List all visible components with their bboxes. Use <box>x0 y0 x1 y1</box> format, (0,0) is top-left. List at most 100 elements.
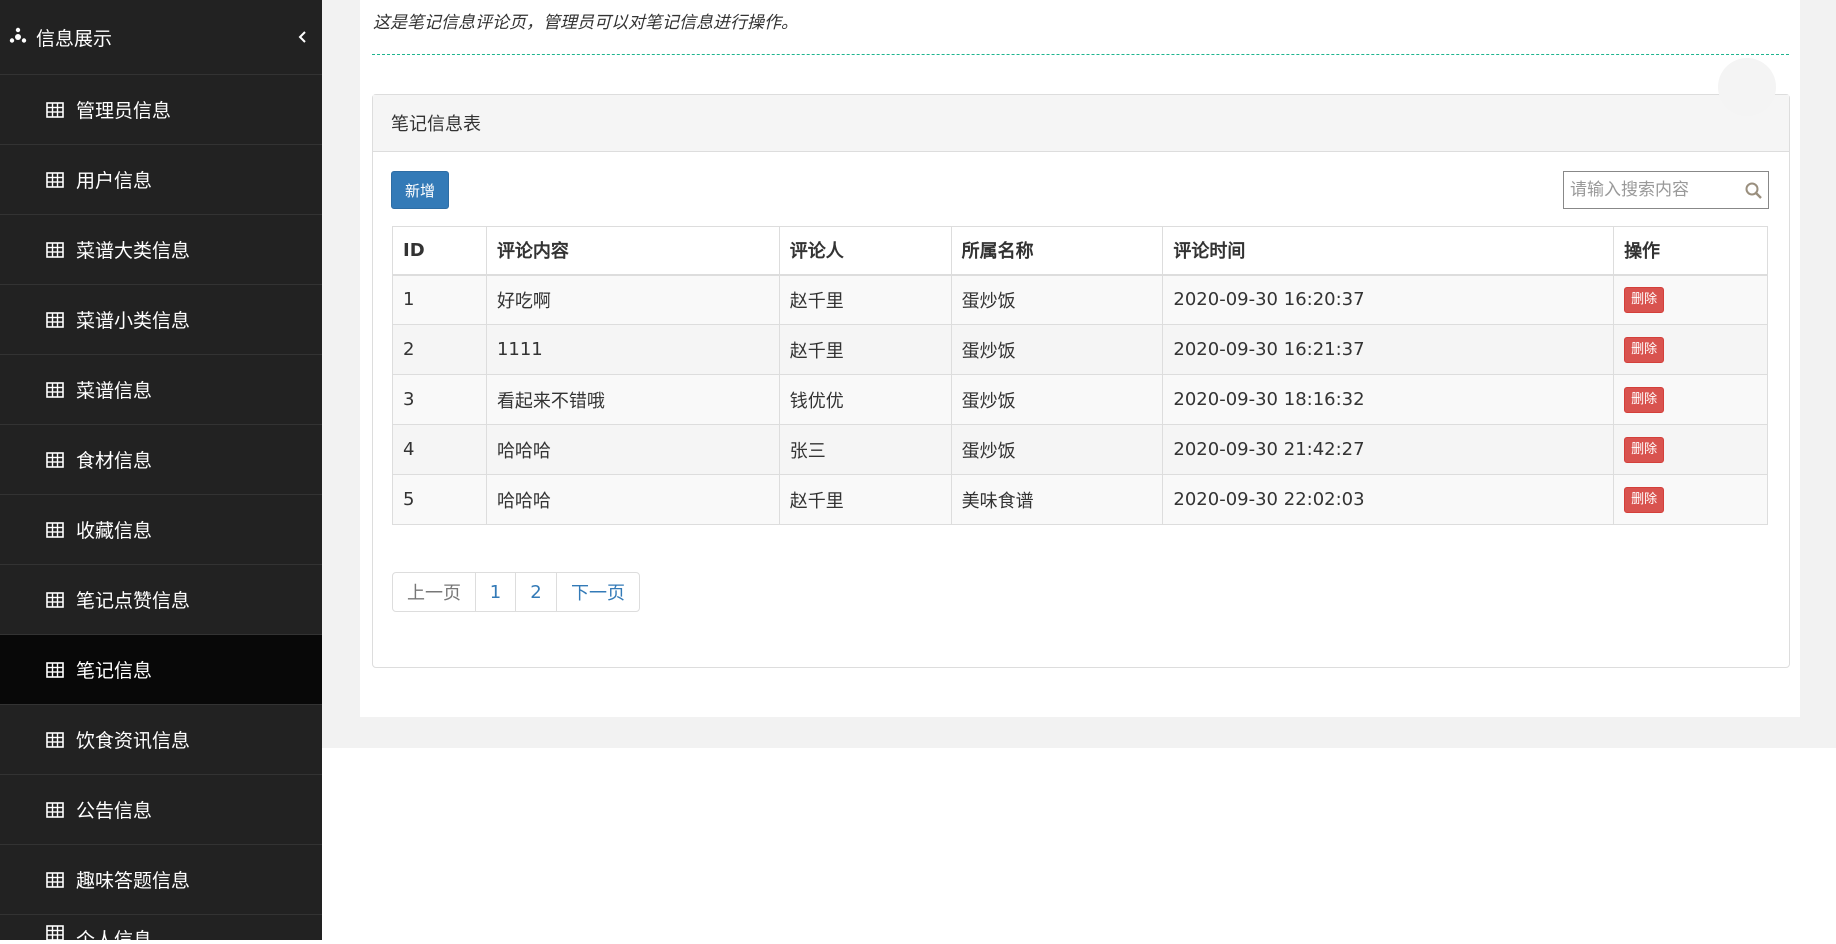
sidebar-item-label: 管理员信息 <box>76 100 172 122</box>
chevron-left-icon[interactable] <box>296 26 310 48</box>
table-icon <box>46 381 64 398</box>
cell-action: 删除 <box>1613 474 1768 525</box>
sidebar-item-label: 饮食资讯信息 <box>76 730 191 752</box>
sidebar-item[interactable]: 个人信息 <box>0 915 322 940</box>
add-button[interactable]: 新增 <box>391 171 449 209</box>
table-row: 4 哈哈哈 张三 蛋炒饭 2020-09-30 21:42:27 删除 <box>392 424 1768 475</box>
sidebar-item[interactable]: 公告信息 <box>0 775 322 845</box>
table-icon <box>46 521 64 538</box>
cell-action: 删除 <box>1613 374 1768 425</box>
sidebar-item-label: 菜谱小类信息 <box>76 310 191 332</box>
cell-user: 赵千里 <box>778 274 952 325</box>
cell-user: 赵千里 <box>778 324 952 375</box>
cell-name: 蛋炒饭 <box>950 424 1164 475</box>
sidebar-nav-list: 管理员信息用户信息菜谱大类信息菜谱小类信息 菜谱信息食材信息收藏信息笔记点赞信息笔… <box>0 75 322 940</box>
cell-id: 1 <box>392 274 487 325</box>
cell-content: 1111 <box>485 324 780 375</box>
cell-time: 2020-09-30 18:16:32 <box>1162 374 1615 425</box>
page-description: 这是笔记信息评论页，管理员可以对笔记信息进行操作。 <box>373 13 798 33</box>
prev-page-button[interactable]: 上一页 <box>393 573 476 611</box>
cell-id: 5 <box>392 474 487 525</box>
cell-time: 2020-09-30 22:02:03 <box>1162 474 1615 525</box>
sidebar-item[interactable]: 管理员信息 <box>0 75 322 145</box>
table-icon <box>46 871 64 888</box>
cell-id: 4 <box>392 424 487 475</box>
table-row: 1 好吃啊 赵千里 蛋炒饭 2020-09-30 16:20:37 删除 <box>392 274 1768 325</box>
table-icon <box>46 451 64 468</box>
delete-button[interactable]: 删除 <box>1624 336 1665 363</box>
cell-content: 好吃啊 <box>485 274 780 325</box>
sidebar-item[interactable]: 食材信息 <box>0 425 322 495</box>
cell-user: 张三 <box>778 424 952 475</box>
cell-name: 蛋炒饭 <box>950 374 1164 425</box>
cell-name: 蛋炒饭 <box>950 324 1164 375</box>
table-icon <box>46 101 64 118</box>
delete-button[interactable]: 删除 <box>1624 286 1665 313</box>
table-icon <box>46 171 64 188</box>
cell-id: 3 <box>392 374 487 425</box>
search-input[interactable] <box>1570 180 1740 200</box>
column-header-content: 评论内容 <box>485 226 780 276</box>
cell-name: 蛋炒饭 <box>950 274 1164 325</box>
delete-button[interactable]: 删除 <box>1624 486 1665 513</box>
divider <box>372 54 1789 55</box>
cell-user: 赵千里 <box>778 474 952 525</box>
cell-user: 钱优优 <box>778 374 952 425</box>
page-1-button[interactable]: 1 <box>476 573 516 611</box>
sidebar-item[interactable]: 菜谱小类信息 <box>0 285 322 355</box>
sidebar-section-title: 信息展示 <box>36 27 113 50</box>
sidebar: 信息展示 管理员信息用户信息菜谱大类信息菜谱小类信息 菜谱信息食材信息收藏信息笔记… <box>0 0 322 940</box>
column-header-id: ID <box>392 226 487 276</box>
delete-button[interactable]: 删除 <box>1624 436 1665 463</box>
sidebar-item-label: 笔记点赞信息 <box>76 590 191 612</box>
table-row: 2 1111 赵千里 蛋炒饭 2020-09-30 16:21:37 删除 <box>392 324 1768 375</box>
table-icon <box>46 241 64 258</box>
cell-name: 美味食谱 <box>950 474 1164 525</box>
sidebar-item[interactable]: 笔记信息 <box>0 635 322 705</box>
table-icon <box>46 801 64 818</box>
column-header-action: 操作 <box>1613 226 1768 276</box>
cell-action: 删除 <box>1613 424 1768 475</box>
sidebar-item[interactable]: 笔记点赞信息 <box>0 565 322 635</box>
cell-time: 2020-09-30 21:42:27 <box>1162 424 1615 475</box>
panel-title: 笔记信息表 <box>373 95 1789 152</box>
table-header-row: ID 评论内容 评论人 所属名称 评论时间 操作 <box>392 226 1768 276</box>
sidebar-item-label: 食材信息 <box>76 450 153 472</box>
search-box <box>1563 171 1769 209</box>
sidebar-item-label: 个人信息 <box>76 929 153 940</box>
cell-content: 看起来不错哦 <box>485 374 780 425</box>
sidebar-section-header[interactable]: 信息展示 <box>0 0 322 75</box>
sidebar-item[interactable]: 饮食资讯信息 <box>0 705 322 775</box>
table-icon <box>46 925 64 940</box>
cell-content: 哈哈哈 <box>485 474 780 525</box>
cell-time: 2020-09-30 16:21:37 <box>1162 324 1615 375</box>
table-body: 1 好吃啊 赵千里 蛋炒饭 2020-09-30 16:20:37 删除 2 1111 赵千里蛋… <box>392 274 1768 525</box>
cell-action: 删除 <box>1613 324 1768 375</box>
notes-table: ID 评论内容 评论人 所属名称 评论时间 操作 1 好吃啊 赵千里 蛋炒饭 2020-… <box>392 226 1768 525</box>
scroll-top-button[interactable] <box>1718 58 1776 116</box>
table-icon <box>46 661 64 678</box>
column-header-user: 评论人 <box>778 226 952 276</box>
sidebar-item-label: 公告信息 <box>76 800 153 822</box>
page-2-button[interactable]: 2 <box>516 573 557 611</box>
sidebar-item[interactable]: 收藏信息 <box>0 495 322 565</box>
table-icon <box>46 591 64 608</box>
search-icon[interactable] <box>1744 181 1764 201</box>
sidebar-item[interactable]: 菜谱信息 <box>0 355 322 425</box>
sidebar-item-label: 菜谱信息 <box>76 380 153 402</box>
sidebar-item[interactable]: 趣味答题信息 <box>0 845 322 915</box>
next-page-button[interactable]: 下一页 <box>557 573 639 611</box>
delete-button[interactable]: 删除 <box>1624 386 1665 413</box>
table-icon <box>46 311 64 328</box>
sidebar-item-label: 笔记信息 <box>76 660 153 682</box>
pagination: 上一页 1 2 下一页 <box>392 572 640 612</box>
sidebar-item[interactable]: 菜谱大类信息 <box>0 215 322 285</box>
cell-action: 删除 <box>1613 274 1768 325</box>
cell-time: 2020-09-30 16:20:37 <box>1162 274 1615 325</box>
column-header-name: 所属名称 <box>950 226 1164 276</box>
sidebar-item[interactable]: 用户信息 <box>0 145 322 215</box>
cell-id: 2 <box>392 324 487 375</box>
sidebar-item-label: 用户信息 <box>76 170 153 192</box>
sidebar-item-label: 趣味答题信息 <box>76 870 191 892</box>
cell-content: 哈哈哈 <box>485 424 780 475</box>
